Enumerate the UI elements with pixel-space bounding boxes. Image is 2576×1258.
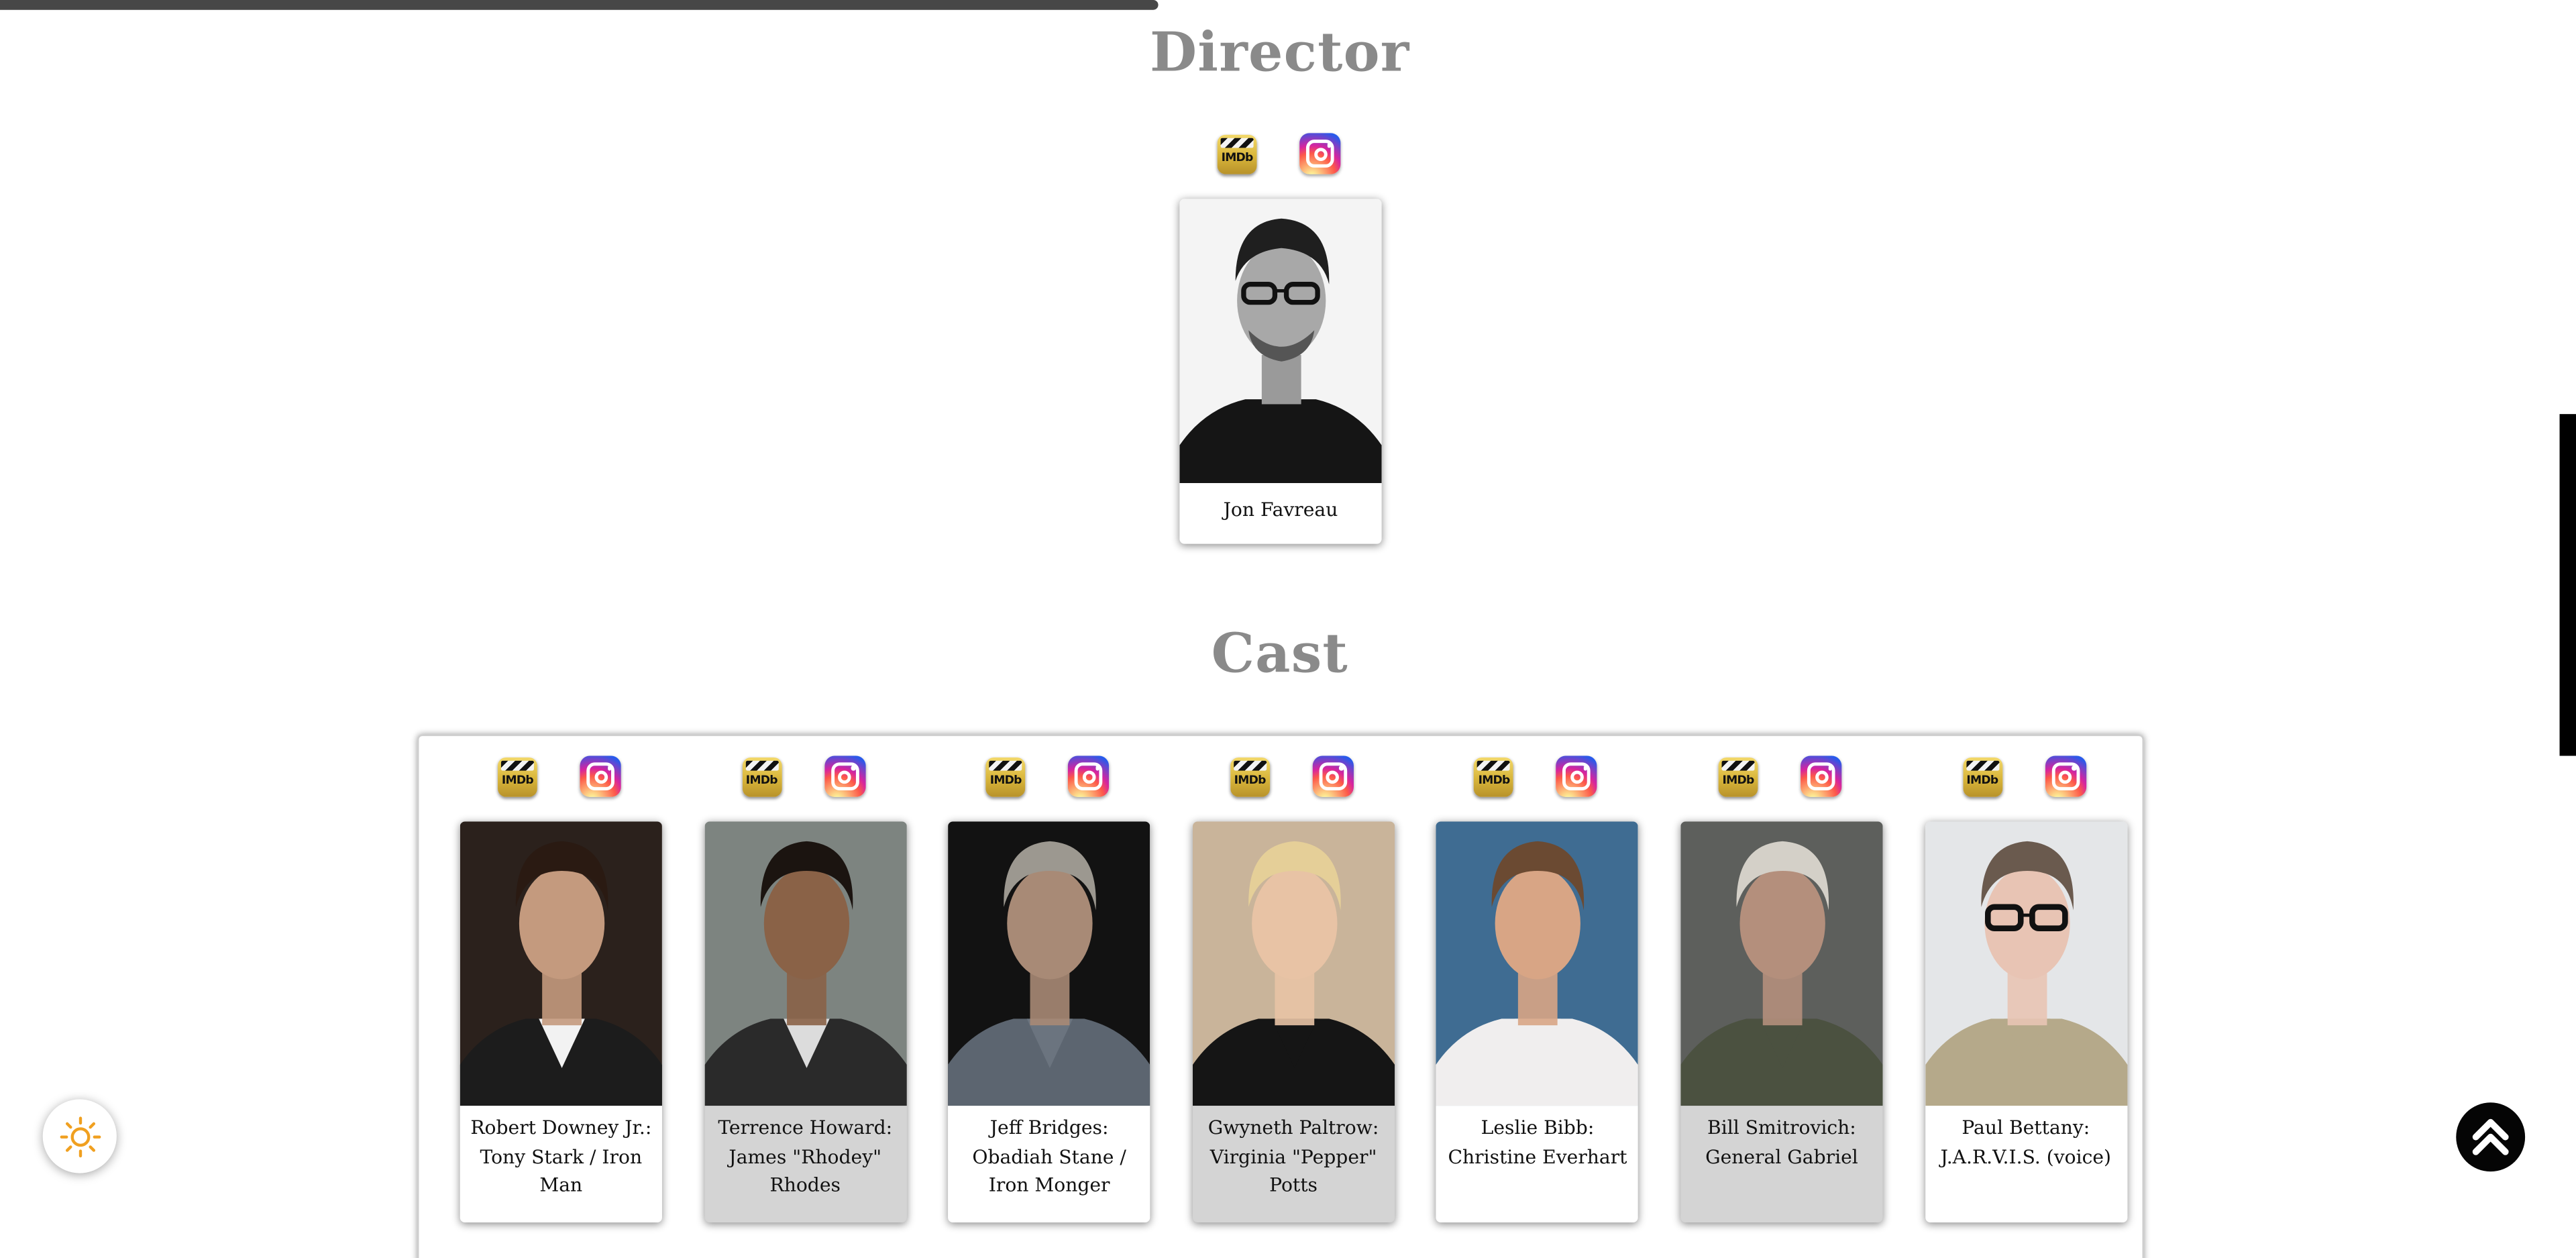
cast-card[interactable]: Jeff Bridges: Obadiah Stane / Iron Monge…	[948, 821, 1150, 1223]
imdb-icon[interactable]: IMDb	[498, 756, 537, 796]
instagram-icon[interactable]	[1068, 755, 1110, 797]
instagram-icon[interactable]	[1299, 133, 1341, 174]
cast-social-links: IMDb	[1474, 755, 1598, 797]
director-heading: Director	[1149, 19, 1410, 84]
double-chevron-up-icon	[2472, 1118, 2509, 1155]
cast-member-name: Terrence Howard: James "Rhodey" Rhodes	[718, 1115, 893, 1196]
scroll-progress-bar	[0, 0, 1159, 10]
scroll-to-top-button[interactable]	[2456, 1102, 2526, 1172]
director-photo	[1179, 199, 1382, 484]
cast-heading: Cast	[1211, 621, 1348, 686]
cast-card[interactable]: Terrence Howard: James "Rhodey" Rhodes	[704, 821, 906, 1223]
cast-social-links: IMDb	[741, 755, 865, 797]
cast-social-links: IMDb	[1718, 755, 1842, 797]
cast-social-links: IMDb	[985, 755, 1110, 797]
cast-member-name: Bill Smitrovich: General Gabriel	[1705, 1115, 1858, 1168]
imdb-icon[interactable]: IMDb	[1474, 756, 1514, 796]
cast-photo	[948, 821, 1150, 1106]
cast-member-name: Paul Bettany: J.A.R.V.I.S. (voice)	[1940, 1115, 2112, 1168]
cast-photo	[1680, 821, 1883, 1106]
cast-card[interactable]: Gwyneth Paltrow: Virginia "Pepper" Potts	[1192, 821, 1395, 1223]
cast-photo	[460, 821, 662, 1106]
scrollbar-thumb[interactable]	[2559, 414, 2576, 756]
cast-card[interactable]: Paul Bettany: J.A.R.V.I.S. (voice)	[1925, 821, 2127, 1223]
imdb-icon[interactable]: IMDb	[1217, 134, 1257, 174]
cast-photo	[1436, 821, 1639, 1106]
sun-icon	[59, 1116, 101, 1157]
imdb-icon[interactable]: IMDb	[1718, 756, 1758, 796]
instagram-icon[interactable]	[824, 755, 865, 797]
cast-social-links: IMDb	[1962, 755, 2086, 797]
cast-member-name: Jeff Bridges: Obadiah Stane / Iron Monge…	[972, 1115, 1126, 1196]
theme-toggle-button[interactable]	[42, 1099, 117, 1173]
cast-photo	[1192, 821, 1395, 1106]
imdb-icon[interactable]: IMDb	[1962, 756, 2002, 796]
cast-member-name: Leslie Bibb: Christine Everhart	[1448, 1115, 1627, 1168]
cast-card[interactable]: Bill Smitrovich: General Gabriel	[1680, 821, 1883, 1223]
imdb-icon[interactable]: IMDb	[1230, 756, 1270, 796]
instagram-icon[interactable]	[580, 755, 621, 797]
instagram-icon[interactable]	[1312, 755, 1354, 797]
cast-photo	[704, 821, 906, 1106]
cast-member-name: Gwyneth Paltrow: Virginia "Pepper" Potts	[1208, 1115, 1379, 1196]
director-card[interactable]: Jon Favreau	[1179, 199, 1382, 543]
cast-social-links: IMDb	[1230, 755, 1354, 797]
instagram-icon[interactable]	[1801, 755, 1842, 797]
instagram-icon[interactable]	[2045, 755, 2086, 797]
director-social-links: IMDb	[1217, 133, 1341, 174]
cast-social-links: IMDb	[498, 755, 621, 797]
imdb-icon[interactable]: IMDb	[741, 756, 782, 796]
page: Director IMDb Jon Favreau Cast IMDb Rober…	[0, 0, 2576, 1258]
imdb-icon[interactable]: IMDb	[985, 756, 1026, 796]
cast-card[interactable]: Robert Downey Jr.: Tony Stark / Iron Man	[460, 821, 662, 1223]
cast-card[interactable]: Leslie Bibb: Christine Everhart	[1436, 821, 1639, 1223]
cast-member-name: Robert Downey Jr.: Tony Stark / Iron Man	[470, 1115, 652, 1196]
cast-photo	[1925, 821, 2127, 1106]
instagram-icon[interactable]	[1556, 755, 1598, 797]
director-name: Jon Favreau	[1223, 498, 1338, 521]
